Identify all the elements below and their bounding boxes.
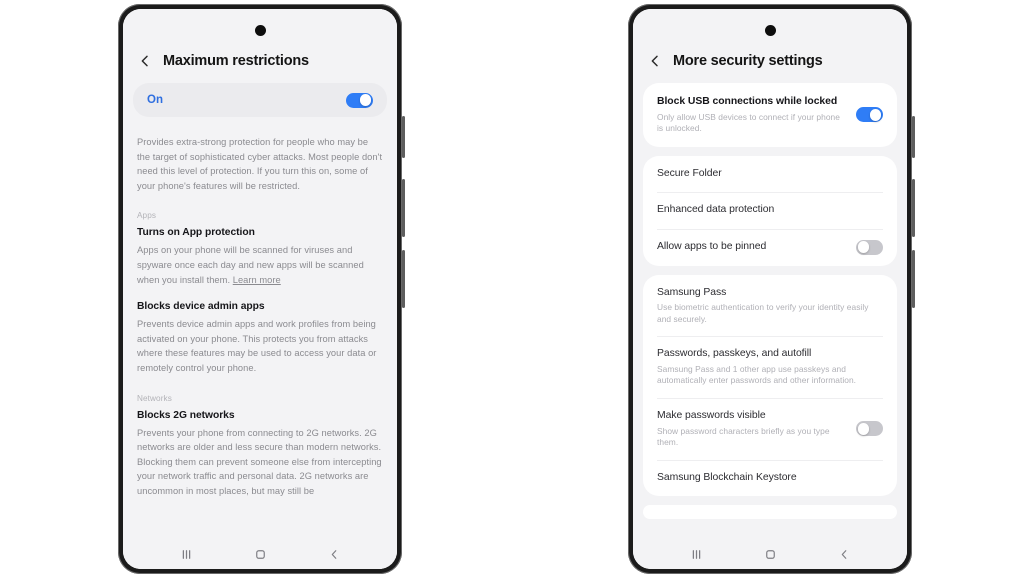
learn-more-link[interactable]: Learn more (233, 275, 281, 285)
chevron-left-icon[interactable] (137, 53, 153, 69)
system-navigation-bar-right (633, 539, 907, 569)
front-camera-icon (254, 25, 266, 36)
setting-title: Make passwords visible (657, 410, 766, 422)
maximum-restrictions-toggle[interactable] (346, 92, 373, 108)
page-title: Maximum restrictions (163, 53, 309, 69)
recents-icon[interactable] (179, 547, 194, 562)
setting-subtitle: Show password characters briefly as you … (657, 425, 830, 448)
setting-title: Block USB connections while locked (657, 96, 838, 107)
setting-title: Enhanced data protection (657, 204, 775, 216)
setting-row-allow-apps-pinned[interactable]: Allow apps to be pinned (643, 228, 897, 266)
back-icon[interactable] (837, 547, 852, 562)
scroll-area-left[interactable]: On Provides extra-strong protection for … (123, 83, 397, 539)
section-label-apps: Apps (137, 211, 157, 221)
recents-icon[interactable] (689, 547, 704, 562)
phone-device-left: Maximum restrictions On Provides extra-s… (118, 4, 405, 574)
item-body-app-protection: Apps on your phone will be scanned for v… (137, 243, 383, 287)
system-navigation-bar-left (123, 539, 397, 569)
block-usb-toggle[interactable] (856, 107, 883, 123)
setting-title: Samsung Blockchain Keystore (657, 471, 797, 483)
setting-title: Samsung Pass (657, 286, 727, 298)
toggle-knob (857, 423, 870, 435)
item-body-2g-networks: Prevents your phone from connecting to 2… (137, 427, 382, 496)
side-button-volume-up[interactable] (402, 179, 405, 237)
setting-title: Secure Folder (657, 167, 722, 179)
description-block: Provides extra-strong protection for peo… (123, 135, 397, 499)
settings-card: Block USB connections while locked Only … (643, 83, 897, 147)
settings-card: Secure Folder Enhanced data protection A… (643, 155, 897, 266)
chevron-left-icon[interactable] (647, 53, 663, 69)
setting-row-secure-folder[interactable]: Secure Folder (643, 156, 897, 193)
scroll-fade (123, 523, 397, 539)
item-body-device-admin: Prevents device admin apps and work prof… (137, 319, 377, 373)
setting-row-make-passwords-visible[interactable]: Make passwords visible Show password cha… (643, 398, 897, 460)
page-title: More security settings (673, 53, 823, 69)
item-title-device-admin: Blocks device admin apps (137, 301, 265, 313)
setting-subtitle: Samsung Pass and 1 other app use passkey… (657, 363, 857, 386)
toggle-knob (869, 108, 882, 121)
setting-row-samsung-pass[interactable]: Samsung Pass Use biometric authenticatio… (643, 275, 897, 337)
side-button-volume-down[interactable] (912, 250, 915, 308)
item-title-2g-networks: Blocks 2G networks (137, 409, 235, 421)
setting-title: Passwords, passkeys, and autofill (657, 348, 812, 360)
setting-title: Allow apps to be pinned (657, 240, 767, 252)
side-button-volume-up[interactable] (912, 179, 915, 237)
phone-device-right: More security settings Block USB connect… (628, 4, 915, 574)
phone-screen-right: More security settings Block USB connect… (633, 9, 907, 569)
toggle-knob (359, 94, 372, 106)
screenshot-canvas: Maximum restrictions On Provides extra-s… (0, 0, 1024, 576)
scroll-area-right[interactable]: Block USB connections while locked Only … (633, 83, 907, 539)
setting-subtitle: Use biometric authentication to verify y… (657, 302, 869, 324)
setting-row-enhanced-data-protection[interactable]: Enhanced data protection (643, 192, 897, 229)
settings-card-partial[interactable] (643, 505, 897, 520)
setting-row-passwords-passkeys-autofill[interactable]: Passwords, passkeys, and autofill Samsun… (643, 336, 897, 398)
side-button-volume-down[interactable] (402, 250, 405, 308)
section-label-networks: Networks (137, 393, 172, 403)
item-title-app-protection: Turns on App protection (137, 227, 255, 239)
intro-paragraph: Provides extra-strong protection for peo… (137, 137, 383, 191)
setting-row-block-usb[interactable]: Block USB connections while locked Only … (643, 83, 897, 147)
setting-row-samsung-blockchain-keystore[interactable]: Samsung Blockchain Keystore (643, 459, 897, 497)
phone-screen-left: Maximum restrictions On Provides extra-s… (123, 9, 397, 569)
toggle-knob (857, 241, 870, 254)
front-camera-icon (764, 25, 776, 36)
settings-list: Block USB connections while locked Only … (633, 83, 907, 497)
home-icon[interactable] (763, 547, 778, 562)
side-button-power[interactable] (912, 116, 915, 158)
side-button-power[interactable] (402, 116, 405, 158)
home-icon[interactable] (253, 547, 268, 562)
setting-subtitle: Only allow USB devices to connect if you… (657, 111, 840, 134)
app-header-right: More security settings (633, 9, 907, 83)
allow-apps-pinned-toggle[interactable] (856, 239, 883, 255)
toggle-state-label: On (147, 94, 163, 106)
make-passwords-visible-toggle[interactable] (856, 421, 883, 437)
maximum-restrictions-toggle-row[interactable]: On (133, 83, 387, 117)
app-header-left: Maximum restrictions (123, 9, 397, 83)
settings-card: Samsung Pass Use biometric authenticatio… (643, 274, 897, 497)
back-icon[interactable] (327, 547, 342, 562)
